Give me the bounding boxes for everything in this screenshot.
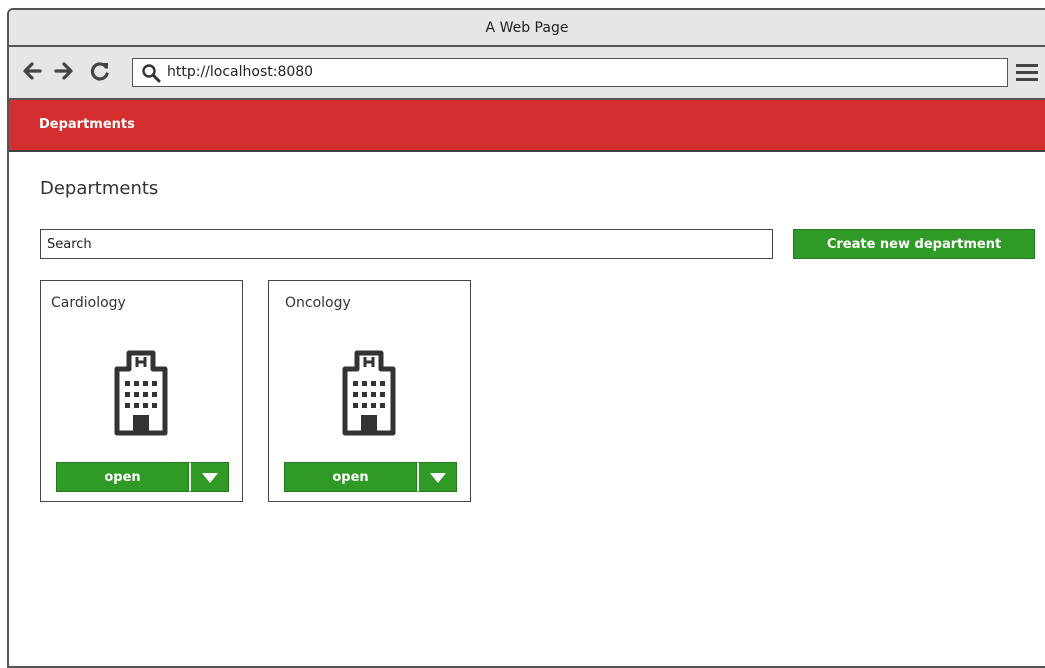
create-department-button[interactable]: Create new department bbox=[793, 229, 1035, 259]
dropdown-toggle-button[interactable] bbox=[417, 462, 457, 492]
dropdown-toggle-button[interactable] bbox=[189, 462, 229, 492]
department-name: Cardiology bbox=[51, 295, 126, 311]
chevron-down-icon bbox=[430, 473, 446, 483]
hospital-building-icon bbox=[342, 350, 396, 436]
search-icon bbox=[142, 64, 161, 83]
navbar-brand-link[interactable]: Departments bbox=[39, 100, 135, 150]
window-title: A Web Page bbox=[485, 20, 569, 36]
department-card-oncology: Oncology open bbox=[268, 280, 471, 502]
back-arrow-icon[interactable] bbox=[21, 60, 43, 82]
browser-toolbar: http://localhost:8080 bbox=[9, 47, 1045, 100]
search-input[interactable] bbox=[40, 229, 773, 259]
department-card-cardiology: Cardiology open bbox=[40, 280, 243, 502]
reload-icon[interactable] bbox=[89, 60, 111, 82]
page-title: Departments bbox=[40, 178, 159, 199]
app-navbar: Departments bbox=[9, 100, 1045, 152]
hospital-building-icon bbox=[114, 350, 168, 436]
window-titlebar: A Web Page bbox=[9, 10, 1045, 47]
open-button[interactable]: open bbox=[56, 462, 189, 492]
department-name: Oncology bbox=[285, 295, 351, 311]
url-text: http://localhost:8080 bbox=[167, 64, 314, 80]
address-bar[interactable]: http://localhost:8080 bbox=[132, 58, 1008, 87]
hamburger-menu-icon[interactable] bbox=[1015, 61, 1039, 83]
open-button[interactable]: open bbox=[284, 462, 417, 492]
chevron-down-icon bbox=[202, 473, 218, 483]
forward-arrow-icon[interactable] bbox=[53, 60, 75, 82]
